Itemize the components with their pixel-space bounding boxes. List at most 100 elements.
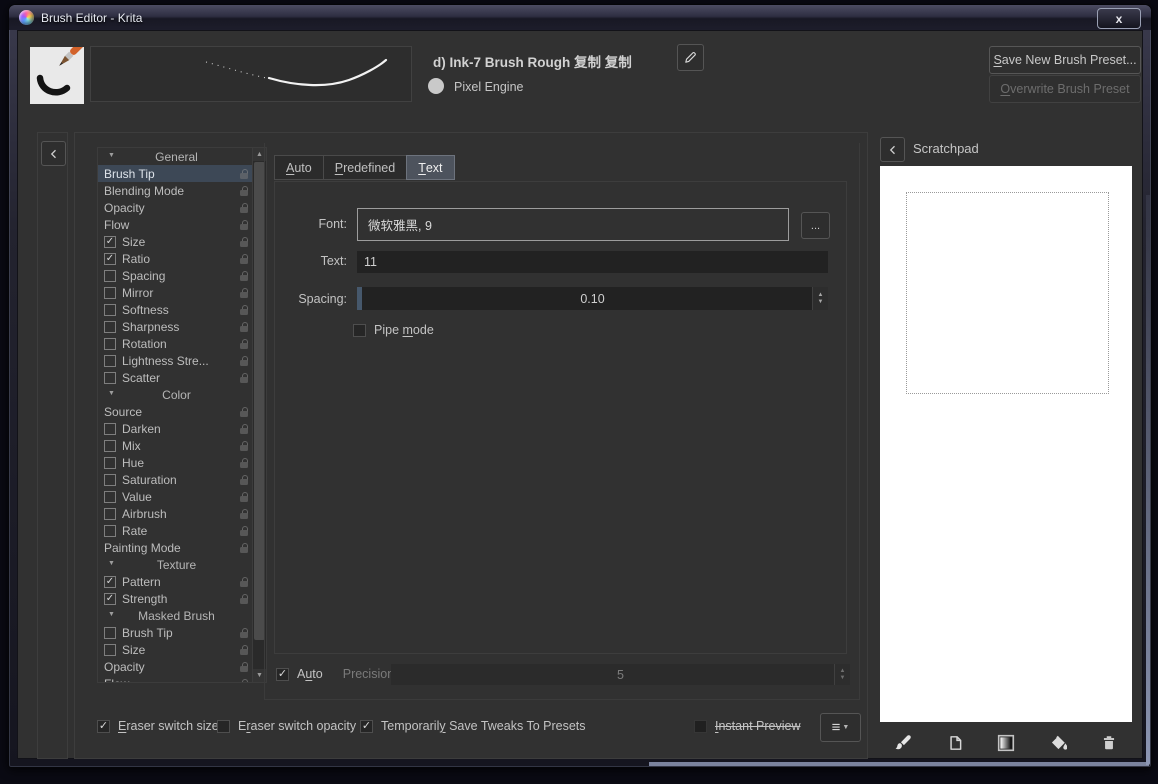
- options-section-header[interactable]: ▼ Texture: [98, 556, 253, 573]
- options-item[interactable]: ✓ Size: [98, 233, 253, 250]
- scratchpad-tool-fill-button[interactable]: [1043, 730, 1073, 756]
- options-item[interactable]: Opacity: [98, 658, 253, 675]
- options-item[interactable]: Scatter: [98, 369, 253, 386]
- lock-icon[interactable]: [240, 219, 249, 230]
- option-enable-checkbox[interactable]: [104, 439, 116, 452]
- lock-icon[interactable]: [240, 321, 249, 332]
- options-item[interactable]: Size: [98, 641, 253, 658]
- options-item[interactable]: Source: [98, 403, 253, 420]
- font-browse-button[interactable]: ...: [801, 212, 830, 239]
- lock-icon[interactable]: [240, 627, 249, 638]
- footer-checkbox[interactable]: [217, 719, 230, 733]
- option-enable-checkbox[interactable]: [104, 507, 116, 520]
- save-new-brush-preset-button[interactable]: Save New Brush Preset...: [989, 46, 1141, 74]
- lock-icon[interactable]: [240, 287, 249, 298]
- tab-auto[interactable]: Auto: [274, 155, 324, 180]
- lock-icon[interactable]: [240, 236, 249, 247]
- lock-icon[interactable]: [240, 644, 249, 655]
- tab-text[interactable]: Text: [406, 155, 455, 180]
- font-field[interactable]: 微软雅黑, 9: [357, 208, 789, 241]
- option-enable-checkbox[interactable]: [104, 286, 116, 299]
- scratchpad-tool-trash-button[interactable]: [1094, 730, 1124, 756]
- lock-icon[interactable]: [240, 168, 249, 179]
- scratchpad-tool-document-button[interactable]: [940, 730, 970, 756]
- option-enable-checkbox[interactable]: [104, 337, 116, 350]
- options-item[interactable]: Sharpness: [98, 318, 253, 335]
- lock-icon[interactable]: [240, 423, 249, 434]
- scratchpad-canvas[interactable]: [880, 166, 1132, 722]
- lock-icon[interactable]: [240, 372, 249, 383]
- lock-icon[interactable]: [240, 678, 249, 682]
- option-enable-checkbox[interactable]: [104, 473, 116, 486]
- option-enable-checkbox[interactable]: [104, 269, 116, 282]
- options-item[interactable]: Softness: [98, 301, 253, 318]
- options-menu-button[interactable]: ≡ ▼: [820, 713, 861, 742]
- lock-icon[interactable]: [240, 406, 249, 417]
- footer-checkbox[interactable]: ✓: [97, 719, 110, 733]
- lock-icon[interactable]: [240, 491, 249, 502]
- options-item[interactable]: Flow: [98, 216, 253, 233]
- options-section-header[interactable]: ▼ General: [98, 148, 253, 165]
- option-enable-checkbox[interactable]: [104, 456, 116, 469]
- options-item[interactable]: Rotation: [98, 335, 253, 352]
- lock-icon[interactable]: [240, 270, 249, 281]
- precision-slider[interactable]: 5 ▲ ▼: [391, 664, 850, 685]
- options-item[interactable]: Spacing: [98, 267, 253, 284]
- options-item[interactable]: Saturation: [98, 471, 253, 488]
- spacing-spinner[interactable]: ▲ ▼: [812, 287, 828, 310]
- options-item[interactable]: Mix: [98, 437, 253, 454]
- options-item[interactable]: Airbrush: [98, 505, 253, 522]
- auto-precision-checkbox[interactable]: ✓: [276, 667, 289, 681]
- option-enable-checkbox[interactable]: ✓: [104, 252, 116, 265]
- option-enable-checkbox[interactable]: [104, 320, 116, 333]
- titlebar[interactable]: Brush Editor - Krita x: [9, 5, 1151, 30]
- lock-icon[interactable]: [240, 440, 249, 451]
- options-item[interactable]: Mirror: [98, 284, 253, 301]
- option-enable-checkbox[interactable]: [104, 490, 116, 503]
- spacing-slider[interactable]: 0.10 ▲ ▼: [357, 287, 828, 310]
- footer-checkbox[interactable]: ✓: [360, 719, 373, 733]
- options-item[interactable]: Blending Mode: [98, 182, 253, 199]
- option-enable-checkbox[interactable]: ✓: [104, 575, 116, 588]
- options-item[interactable]: Brush Tip: [98, 624, 253, 641]
- text-field[interactable]: 11: [357, 251, 828, 273]
- option-enable-checkbox[interactable]: [104, 643, 116, 656]
- collapse-scratchpad-button[interactable]: [880, 137, 905, 162]
- options-item[interactable]: Lightness Stre...: [98, 352, 253, 369]
- options-item[interactable]: ✓ Strength: [98, 590, 253, 607]
- options-item[interactable]: Opacity: [98, 199, 253, 216]
- options-item[interactable]: Value: [98, 488, 253, 505]
- options-item[interactable]: Flow: [98, 675, 253, 682]
- options-item[interactable]: ✓ Ratio: [98, 250, 253, 267]
- pipe-mode-checkbox[interactable]: [353, 323, 366, 337]
- option-enable-checkbox[interactable]: [104, 371, 116, 384]
- close-button[interactable]: x: [1097, 8, 1141, 29]
- option-enable-checkbox[interactable]: [104, 354, 116, 367]
- option-enable-checkbox[interactable]: ✓: [104, 235, 116, 248]
- scratchpad-tool-gradient-button[interactable]: [991, 730, 1021, 756]
- lock-icon[interactable]: [240, 525, 249, 536]
- rename-brush-button[interactable]: [677, 44, 704, 71]
- lock-icon[interactable]: [240, 508, 249, 519]
- lock-icon[interactable]: [240, 661, 249, 672]
- options-section-header[interactable]: ▼ Masked Brush: [98, 607, 253, 624]
- tab-predefined[interactable]: Predefined: [322, 155, 408, 180]
- lock-icon[interactable]: [240, 338, 249, 349]
- footer-checkbox[interactable]: [694, 719, 707, 733]
- options-item[interactable]: Painting Mode: [98, 539, 253, 556]
- options-item[interactable]: ✓ Pattern: [98, 573, 253, 590]
- lock-icon[interactable]: [240, 202, 249, 213]
- options-item[interactable]: Brush Tip: [98, 165, 253, 182]
- option-enable-checkbox[interactable]: ✓: [104, 592, 116, 605]
- option-enable-checkbox[interactable]: [104, 303, 116, 316]
- lock-icon[interactable]: [240, 576, 249, 587]
- options-item[interactable]: Darken: [98, 420, 253, 437]
- scratchpad-tool-paintbrush-button[interactable]: [888, 730, 918, 756]
- option-enable-checkbox[interactable]: [104, 524, 116, 537]
- option-enable-checkbox[interactable]: [104, 422, 116, 435]
- lock-icon[interactable]: [240, 253, 249, 264]
- options-item[interactable]: Hue: [98, 454, 253, 471]
- options-item[interactable]: Rate: [98, 522, 253, 539]
- overwrite-brush-preset-button[interactable]: Overwrite Brush Preset: [989, 75, 1141, 103]
- lock-icon[interactable]: [240, 355, 249, 366]
